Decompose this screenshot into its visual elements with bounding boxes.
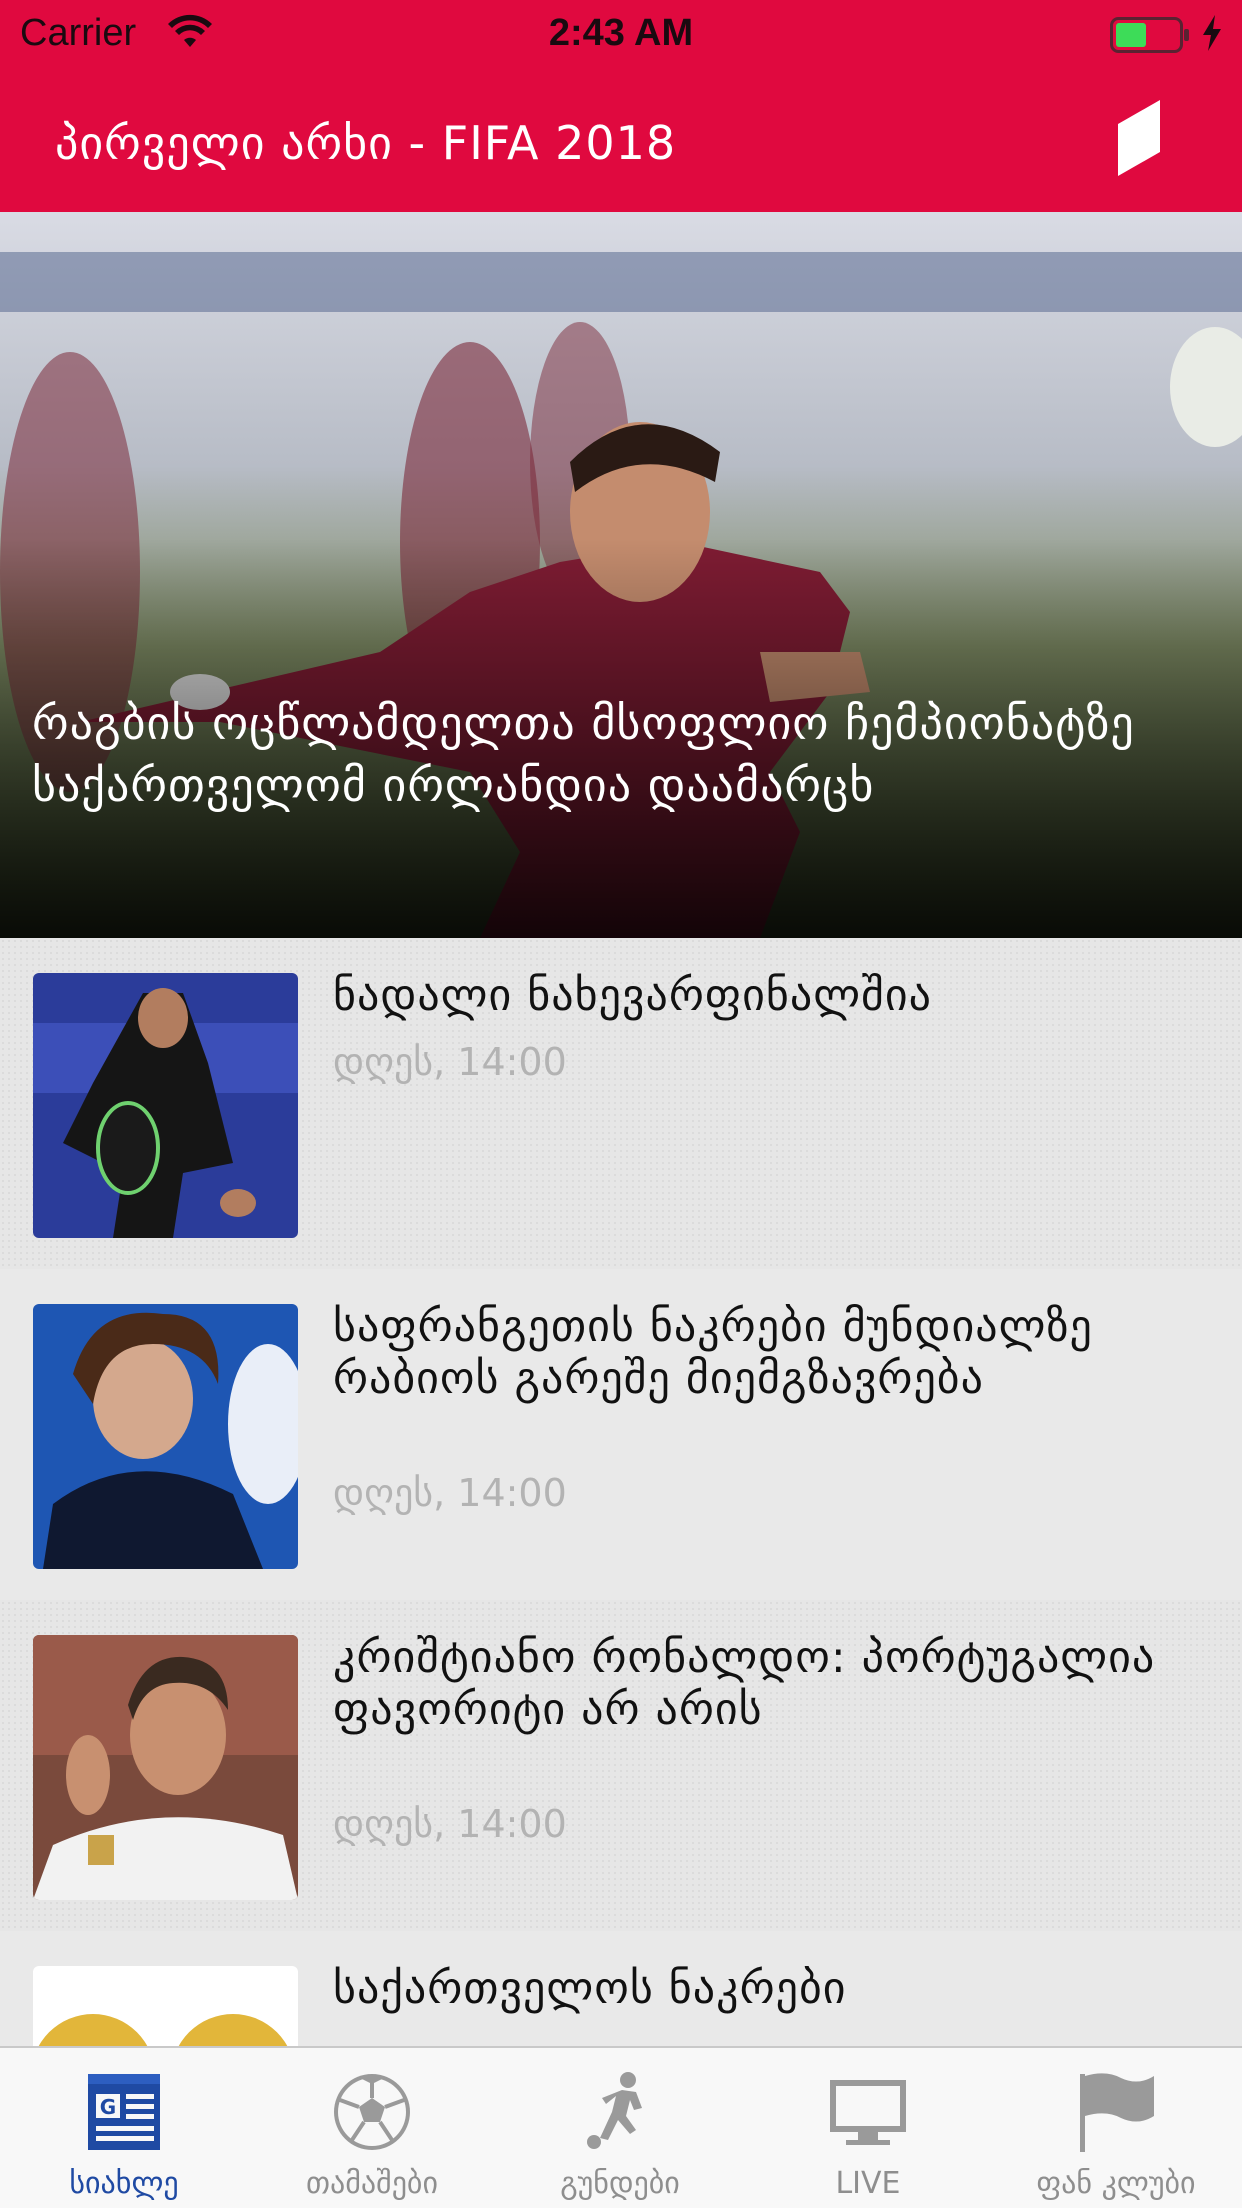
battery-icon [1110,17,1189,53]
app-title: პირველი არხი - FIFA 2018 [55,116,677,170]
tab-label: ფან კლუბი [1036,2166,1196,2201]
news-thumbnail [33,1304,298,1569]
status-bar: Carrier 2:43 AM [0,0,1242,66]
news-time: დღეს, 14:00 [333,1040,567,1084]
france-footballer-image [33,1304,298,1569]
tab-teams[interactable]: გუნდები [496,2048,744,2208]
tab-label: გუნდები [560,2166,680,2201]
charging-bolt-icon [1203,15,1221,51]
channel-one-logo-icon[interactable] [1118,100,1160,176]
news-title: კრიშტიანო რონალდო: პორტუგალია ფავორიტი ა… [333,1632,1156,1735]
tab-news[interactable]: G სიახლე [0,2048,248,2208]
nav-bar: პირველი არხი - FIFA 2018 [0,66,1242,212]
news-title: საქართველოს ნაკრები [333,1963,847,2014]
news-item[interactable]: კრიშტიანო რონალდო: პორტუგალია ფავორიტი ა… [0,1600,1242,1931]
tab-fan-club[interactable]: ფან კლუბი [992,2048,1240,2208]
news-thumbnail [33,1966,298,2046]
flag-icon [1080,2073,1154,2152]
news-time: დღეს, 14:00 [333,1802,567,1846]
newspaper-icon: G [88,2074,160,2150]
news-item[interactable]: ნადალი ნახევარფინალშია დღეს, 14:00 [0,938,1242,1269]
ronaldo-image [33,1635,298,1900]
news-thumbnail [33,973,298,1238]
golden-balls-image [33,1966,298,2046]
player-kick-icon [587,2072,642,2149]
hero-gradient-overlay [0,212,1242,938]
hero-article[interactable]: რაგბის ოცწლამდელთა მსოფლიო ჩემპიონატზე ს… [0,212,1242,938]
soccer-ball-icon [334,2074,410,2150]
tab-label: LIVE [835,2166,901,2201]
svg-text:G: G [100,2095,116,2119]
clock: 2:43 AM [548,12,694,54]
tab-live[interactable]: LIVE [744,2048,992,2208]
news-time: დღეს, 14:00 [333,1471,567,1515]
tab-bar: G სიახლე თამაშები გუნდები LIVE ფან კლუბი [0,2046,1242,2208]
news-title: საფრანგეთის ნაკრები მუნდიალზე რაბიოს გარ… [333,1301,1093,1404]
news-thumbnail [33,1635,298,1900]
news-title: ნადალი ნახევარფინალშია [333,970,932,1021]
tab-label: თამაშები [306,2166,438,2201]
tennis-player-image [33,973,298,1238]
news-item[interactable]: საფრანგეთის ნაკრები მუნდიალზე რაბიოს გარ… [0,1269,1242,1600]
tab-games[interactable]: თამაშები [248,2048,496,2208]
news-list[interactable]: ნადალი ნახევარფინალშია დღეს, 14:00 საფრა… [0,938,1242,2046]
tv-icon [830,2080,906,2145]
news-item[interactable]: საქართველოს ნაკრები [0,1931,1242,2046]
tab-label: სიახლე [69,2166,179,2201]
hero-headline: რაგბის ოცწლამდელთა მსოფლიო ჩემპიონატზე ს… [32,696,1135,812]
